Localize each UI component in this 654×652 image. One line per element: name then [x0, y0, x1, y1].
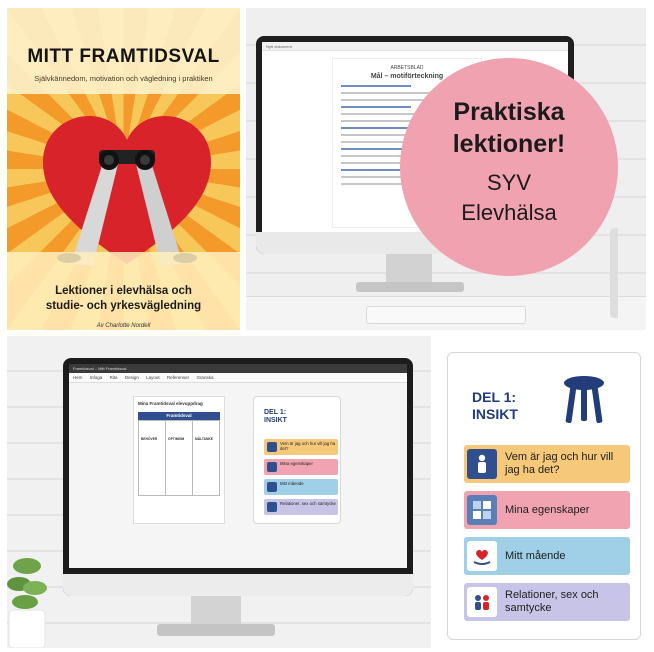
card-item-mitt-maende[interactable]: Mitt mående: [464, 537, 630, 575]
card-item-vem-ar-jag[interactable]: Vem är jag och hur vill jag ha det?: [464, 445, 630, 483]
monitor-base: [356, 282, 464, 292]
promo-line4: Elevhälsa: [461, 200, 557, 225]
mini-del-label: DEL 1:: [264, 409, 287, 416]
people-icon: [267, 502, 277, 512]
lamp: [610, 228, 640, 318]
del1-card: DEL 1: INSIKT Vem är jag och hur vill ja…: [447, 352, 641, 640]
mini-card-item: Vem är jag och hur vill jag ha det?: [264, 439, 338, 455]
monitor: Framtidsval – Mitt Framtidsval Hem Infog…: [63, 358, 413, 596]
cover-title: MITT FRAMTIDSVAL: [27, 46, 220, 67]
cover-author: Av Charlotte Nordell: [96, 323, 151, 329]
card-item-label: Mitt mående: [505, 549, 566, 562]
app-menu-bar: Hem Infoga Rita Design Layout Referenser…: [69, 373, 407, 383]
mini-card-item: Relationer, sex och samtycke: [264, 499, 338, 515]
mini-item-label: Mina egenskaper: [280, 461, 313, 466]
people-icon: [467, 587, 497, 617]
column-header: MÅLTANKE: [195, 437, 214, 441]
worksheet-page: Mina Framtidsval elevuppdrag Framtidsval…: [133, 396, 225, 524]
mini-insikt-label: INSIKT: [264, 417, 287, 424]
monitor-chin: [63, 574, 413, 596]
keyboard: [366, 306, 526, 324]
mini-card-item: Mina egenskaper: [264, 459, 338, 475]
mini-item-label: Vem är jag och hur vill jag ha det?: [280, 441, 336, 451]
worksheet-column: MÅLTANKE: [193, 421, 219, 495]
monitor-stand: [386, 254, 432, 284]
menu-item[interactable]: Design: [125, 375, 139, 380]
card-title: DEL 1: INSIKT: [472, 389, 518, 423]
mini-card-title: DEL 1: INSIKT: [264, 409, 287, 425]
menu-item[interactable]: Layout: [146, 375, 160, 380]
mini-item-label: Relationer, sex och samtycke: [280, 501, 336, 506]
stool-icon: [564, 376, 604, 423]
app-titlebar: Framtidsval – Mitt Framtidsval: [69, 364, 407, 373]
heart-hand-icon: [467, 541, 497, 571]
promo-line1: Praktiska: [453, 98, 565, 126]
menu-item[interactable]: Rita: [110, 375, 118, 380]
person-icon: [267, 442, 277, 452]
card-insikt-label: INSIKT: [472, 406, 518, 422]
monitor-screen: Framtidsval – Mitt Framtidsval Hem Infog…: [69, 364, 407, 568]
person-icon: [467, 449, 497, 479]
card-item-label: Relationer, sex och samtycke: [505, 589, 599, 614]
cover-subtitle: Självkännedom, motivation och vägledning…: [34, 74, 213, 83]
cover-tagline-line2: studie- och yrkesvägledning: [45, 300, 202, 312]
mini-card-preview: DEL 1: INSIKT Vem är jag och hur vill jag…: [253, 396, 341, 524]
monitor-stand: [191, 596, 241, 626]
menu-item[interactable]: Hem: [73, 375, 83, 380]
promo-line2: lektioner!: [452, 130, 566, 158]
book-cover: MITT FRAMTIDSVAL Självkännedom, motivati…: [7, 8, 240, 330]
text-line: [341, 85, 411, 87]
card-del-label: DEL 1:: [472, 389, 517, 405]
card-item-mina-egenskaper[interactable]: Mina egenskaper: [464, 491, 630, 529]
worksheet-column: BEHÖVER: [139, 421, 166, 495]
mini-card-item: Mitt mående: [264, 479, 338, 495]
desk-scene-app: Framtidsval – Mitt Framtidsval Hem Infog…: [7, 336, 431, 648]
document-tab[interactable]: Nytt dokument: [262, 42, 568, 51]
menu-item[interactable]: Granska: [196, 375, 213, 380]
worksheet-table-title: Framtidsval: [138, 412, 220, 420]
menu-item[interactable]: Infoga: [90, 375, 103, 380]
worksheet-column: OPTIMISM: [166, 421, 193, 495]
card-item-relationer[interactable]: Relationer, sex och samtycke: [464, 583, 630, 621]
text-line: [341, 127, 411, 129]
cover-tagline-line1: Lektioner i elevhälsa och: [55, 285, 192, 297]
desk-scene-worksheet: Nytt dokument ARBETSBLAD Mål – motiförte…: [246, 8, 646, 330]
card-item-label: Mina egenskaper: [505, 503, 590, 516]
heart-binoculars-illustration: [43, 116, 211, 266]
menu-item[interactable]: Referenser: [167, 375, 189, 380]
card-item-label: Vem är jag och hur vill jag ha det?: [505, 451, 614, 476]
worksheet-table: BEHÖVER OPTIMISM MÅLTANKE: [138, 420, 220, 496]
column-header: BEHÖVER: [141, 437, 158, 441]
plant-illustration: [7, 558, 47, 648]
monitor-base: [157, 624, 275, 636]
puzzle-icon: [467, 495, 497, 525]
heart-hand-icon: [267, 482, 277, 492]
promo-line3: SYV: [486, 170, 532, 195]
mini-item-label: Mitt mående: [280, 481, 304, 486]
column-header: OPTIMISM: [168, 437, 185, 441]
worksheet-title: Mina Framtidsval elevuppdrag: [138, 401, 203, 406]
promo-badge: Praktiska lektioner! SYV Elevhälsa: [400, 58, 618, 276]
puzzle-icon: [267, 462, 277, 472]
